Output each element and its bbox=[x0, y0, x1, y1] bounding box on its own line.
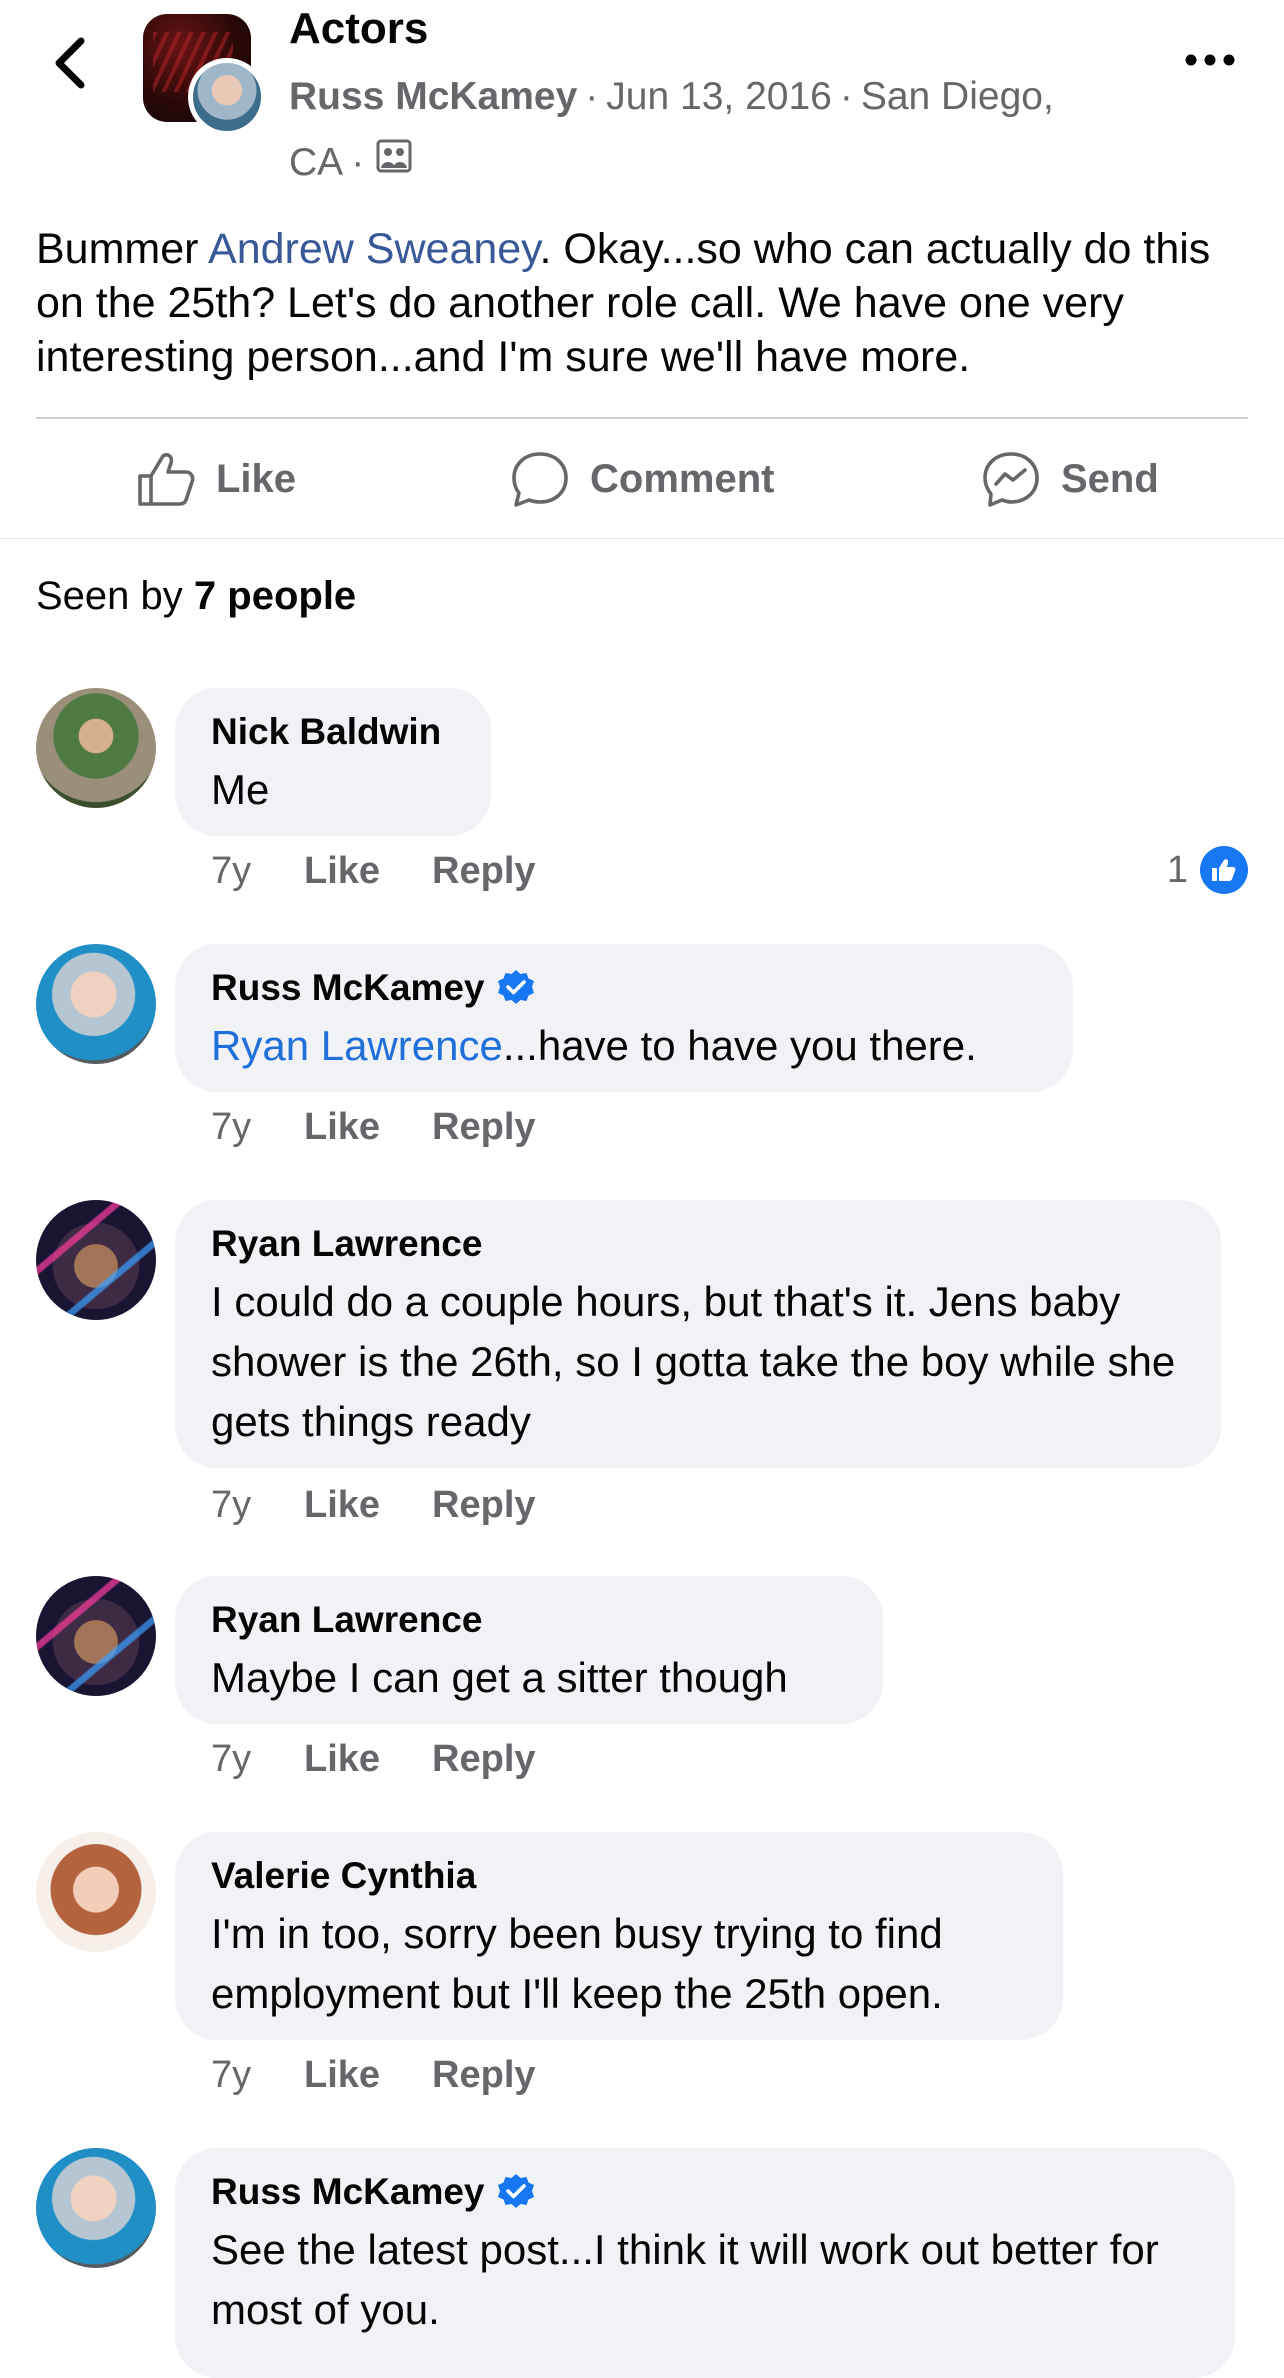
avatar[interactable] bbox=[36, 2148, 156, 2268]
author-avatar[interactable] bbox=[188, 58, 266, 136]
seen-by[interactable]: Seen by 7 people bbox=[36, 574, 356, 619]
send-button[interactable]: Send bbox=[981, 420, 1159, 538]
avatar[interactable] bbox=[36, 1832, 156, 1952]
group-privacy-icon bbox=[376, 128, 412, 194]
comment-text: See the latest post...I think it will wo… bbox=[211, 2226, 1159, 2333]
divider bbox=[36, 417, 1248, 419]
comment-like-button[interactable]: Like bbox=[304, 1484, 380, 1527]
comment-actions: 7y Like Reply bbox=[211, 850, 588, 893]
comment-reply-button[interactable]: Reply bbox=[432, 1484, 535, 1527]
send-label: Send bbox=[1061, 456, 1159, 501]
chevron-left-icon bbox=[55, 37, 85, 89]
comment-like-button[interactable]: Like bbox=[304, 850, 380, 893]
post-body: Bummer Andrew Sweaney. Okay...so who can… bbox=[36, 225, 1211, 381]
like-label: Like bbox=[216, 456, 297, 501]
comment-bubble[interactable]: Ryan Lawrence I could do a couple hours,… bbox=[175, 1200, 1221, 1468]
post-location[interactable]: San Diego, bbox=[861, 75, 1054, 118]
comment-button[interactable]: Comment bbox=[510, 420, 774, 538]
comment-text: ...have to have you there. bbox=[502, 1022, 977, 1069]
comment-actions: 7y Like Reply bbox=[211, 1106, 588, 1149]
comment-actions: 7y Like Reply bbox=[211, 1484, 588, 1527]
comment-age[interactable]: 7y bbox=[211, 1484, 304, 1527]
verified-badge-icon bbox=[497, 2173, 535, 2211]
comment-label: Comment bbox=[590, 456, 775, 501]
like-button[interactable]: Like bbox=[136, 420, 296, 538]
comment-like-button[interactable]: Like bbox=[304, 1738, 380, 1781]
comment-bubble[interactable]: Russ McKamey Ryan Lawrence...have to hav… bbox=[175, 944, 1073, 1092]
post-meta: Russ McKamey · Jun 13, 2016 · San Diego, CA · bbox=[289, 64, 1089, 196]
comment-age[interactable]: 7y bbox=[211, 2054, 304, 2097]
comment-reply-button[interactable]: Reply bbox=[432, 2054, 535, 2097]
comment-author[interactable]: Ryan Lawrence bbox=[211, 1596, 847, 1644]
comment-text: I'm in too, sorry been busy trying to fi… bbox=[211, 1910, 943, 2017]
comment-author[interactable]: Nick Baldwin bbox=[211, 708, 455, 756]
thumbs-up-icon bbox=[138, 453, 195, 506]
back-button[interactable] bbox=[40, 28, 100, 98]
post-date[interactable]: Jun 13, 2016 bbox=[606, 75, 832, 118]
divider bbox=[0, 538, 1284, 539]
comment-author[interactable]: Russ McKamey bbox=[211, 964, 485, 1012]
mention-link[interactable]: Andrew Sweaney bbox=[208, 225, 539, 273]
comment-bubble[interactable]: Valerie Cynthia I'm in too, sorry been b… bbox=[175, 1832, 1063, 2040]
comment-author[interactable]: Ryan Lawrence bbox=[211, 1220, 1185, 1268]
verified-badge-icon bbox=[497, 969, 535, 1007]
comment-author[interactable]: Valerie Cynthia bbox=[211, 1852, 1027, 1900]
comment-age[interactable]: 7y bbox=[211, 1738, 304, 1781]
comment-actions: 7y Like Reply bbox=[211, 1738, 588, 1781]
post-action-bar: Like Comment Send bbox=[36, 420, 1248, 538]
comment-reply-button[interactable]: Reply bbox=[432, 1738, 535, 1781]
comment-age[interactable]: 7y bbox=[211, 1106, 304, 1149]
comment-bubble[interactable]: Russ McKamey See the latest post...I thi… bbox=[175, 2148, 1235, 2378]
avatar[interactable] bbox=[36, 1576, 156, 1696]
avatar[interactable] bbox=[36, 944, 156, 1064]
comment-text: I could do a couple hours, but that's it… bbox=[211, 1278, 1176, 1445]
post-header: Actors Russ McKamey · Jun 13, 2016 · San Die… bbox=[0, 0, 1284, 190]
avatar[interactable] bbox=[36, 688, 156, 808]
more-options-button[interactable] bbox=[1180, 40, 1240, 80]
mention-link[interactable]: Ryan Lawrence bbox=[211, 1022, 503, 1069]
comment-bubble[interactable]: Nick Baldwin Me bbox=[175, 688, 491, 836]
avatar[interactable] bbox=[36, 1200, 156, 1320]
comment-author[interactable]: Russ McKamey bbox=[211, 2168, 485, 2216]
comment-like-button[interactable]: Like bbox=[304, 1106, 380, 1149]
post-author[interactable]: Russ McKamey bbox=[289, 75, 577, 118]
comment-actions: 7y Like Reply bbox=[211, 2054, 588, 2097]
comment-reply-button[interactable]: Reply bbox=[432, 1106, 535, 1149]
comment-text: Me bbox=[211, 766, 270, 813]
reaction-count[interactable]: 1 bbox=[1167, 846, 1248, 894]
comment-age[interactable]: 7y bbox=[211, 850, 304, 893]
comment-bubble[interactable]: Ryan Lawrence Maybe I can get a sitter t… bbox=[175, 1576, 883, 1724]
like-reaction-icon bbox=[1200, 846, 1248, 894]
comment-reply-button[interactable]: Reply bbox=[432, 850, 535, 893]
comment-text: Maybe I can get a sitter though bbox=[211, 1654, 788, 1701]
comment-icon bbox=[512, 452, 568, 507]
comment-like-button[interactable]: Like bbox=[304, 2054, 380, 2097]
group-name[interactable]: Actors bbox=[289, 4, 428, 54]
more-horizontal-icon bbox=[1185, 54, 1235, 66]
messenger-icon bbox=[983, 452, 1039, 507]
post-location-region[interactable]: CA bbox=[289, 141, 343, 184]
